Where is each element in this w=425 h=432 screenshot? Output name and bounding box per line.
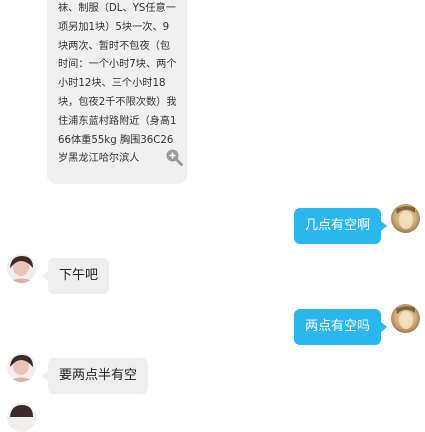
avatar[interactable] [7, 403, 36, 432]
bubble-tail [381, 322, 387, 332]
zoom-in-icon[interactable] [165, 148, 183, 166]
avatar[interactable] [391, 304, 420, 333]
message-text: 几点有空啊 [304, 218, 370, 233]
chat-message-list[interactable]: 袜、制服（DL、YS任意一项另加1块）5块一次、9块两次、暂时不包夜（包时间：一… [0, 0, 425, 432]
message-bubble-sent[interactable]: 两点有空吗 [293, 309, 381, 345]
message-text: 两点有空吗 [304, 319, 370, 334]
message-text: 要两点半有空 [59, 368, 138, 383]
avatar[interactable] [7, 353, 36, 382]
avatar[interactable] [391, 204, 420, 233]
message-bubble-long[interactable]: 袜、制服（DL、YS任意一项另加1块）5块一次、9块两次、暂时不包夜（包时间：一… [47, 0, 187, 184]
bubble-tail [381, 221, 387, 231]
message-bubble-sent[interactable]: 几点有空啊 [293, 208, 381, 244]
message-text: 袜、制服（DL、YS任意一项另加1块）5块一次、9块两次、暂时不包夜（包时间：一… [58, 3, 177, 165]
message-bubble-received[interactable]: 要两点半有空 [48, 358, 149, 394]
message-bubble-received[interactable]: 下午吧 [48, 258, 110, 294]
avatar[interactable] [7, 254, 36, 283]
message-text: 下午吧 [59, 268, 99, 283]
